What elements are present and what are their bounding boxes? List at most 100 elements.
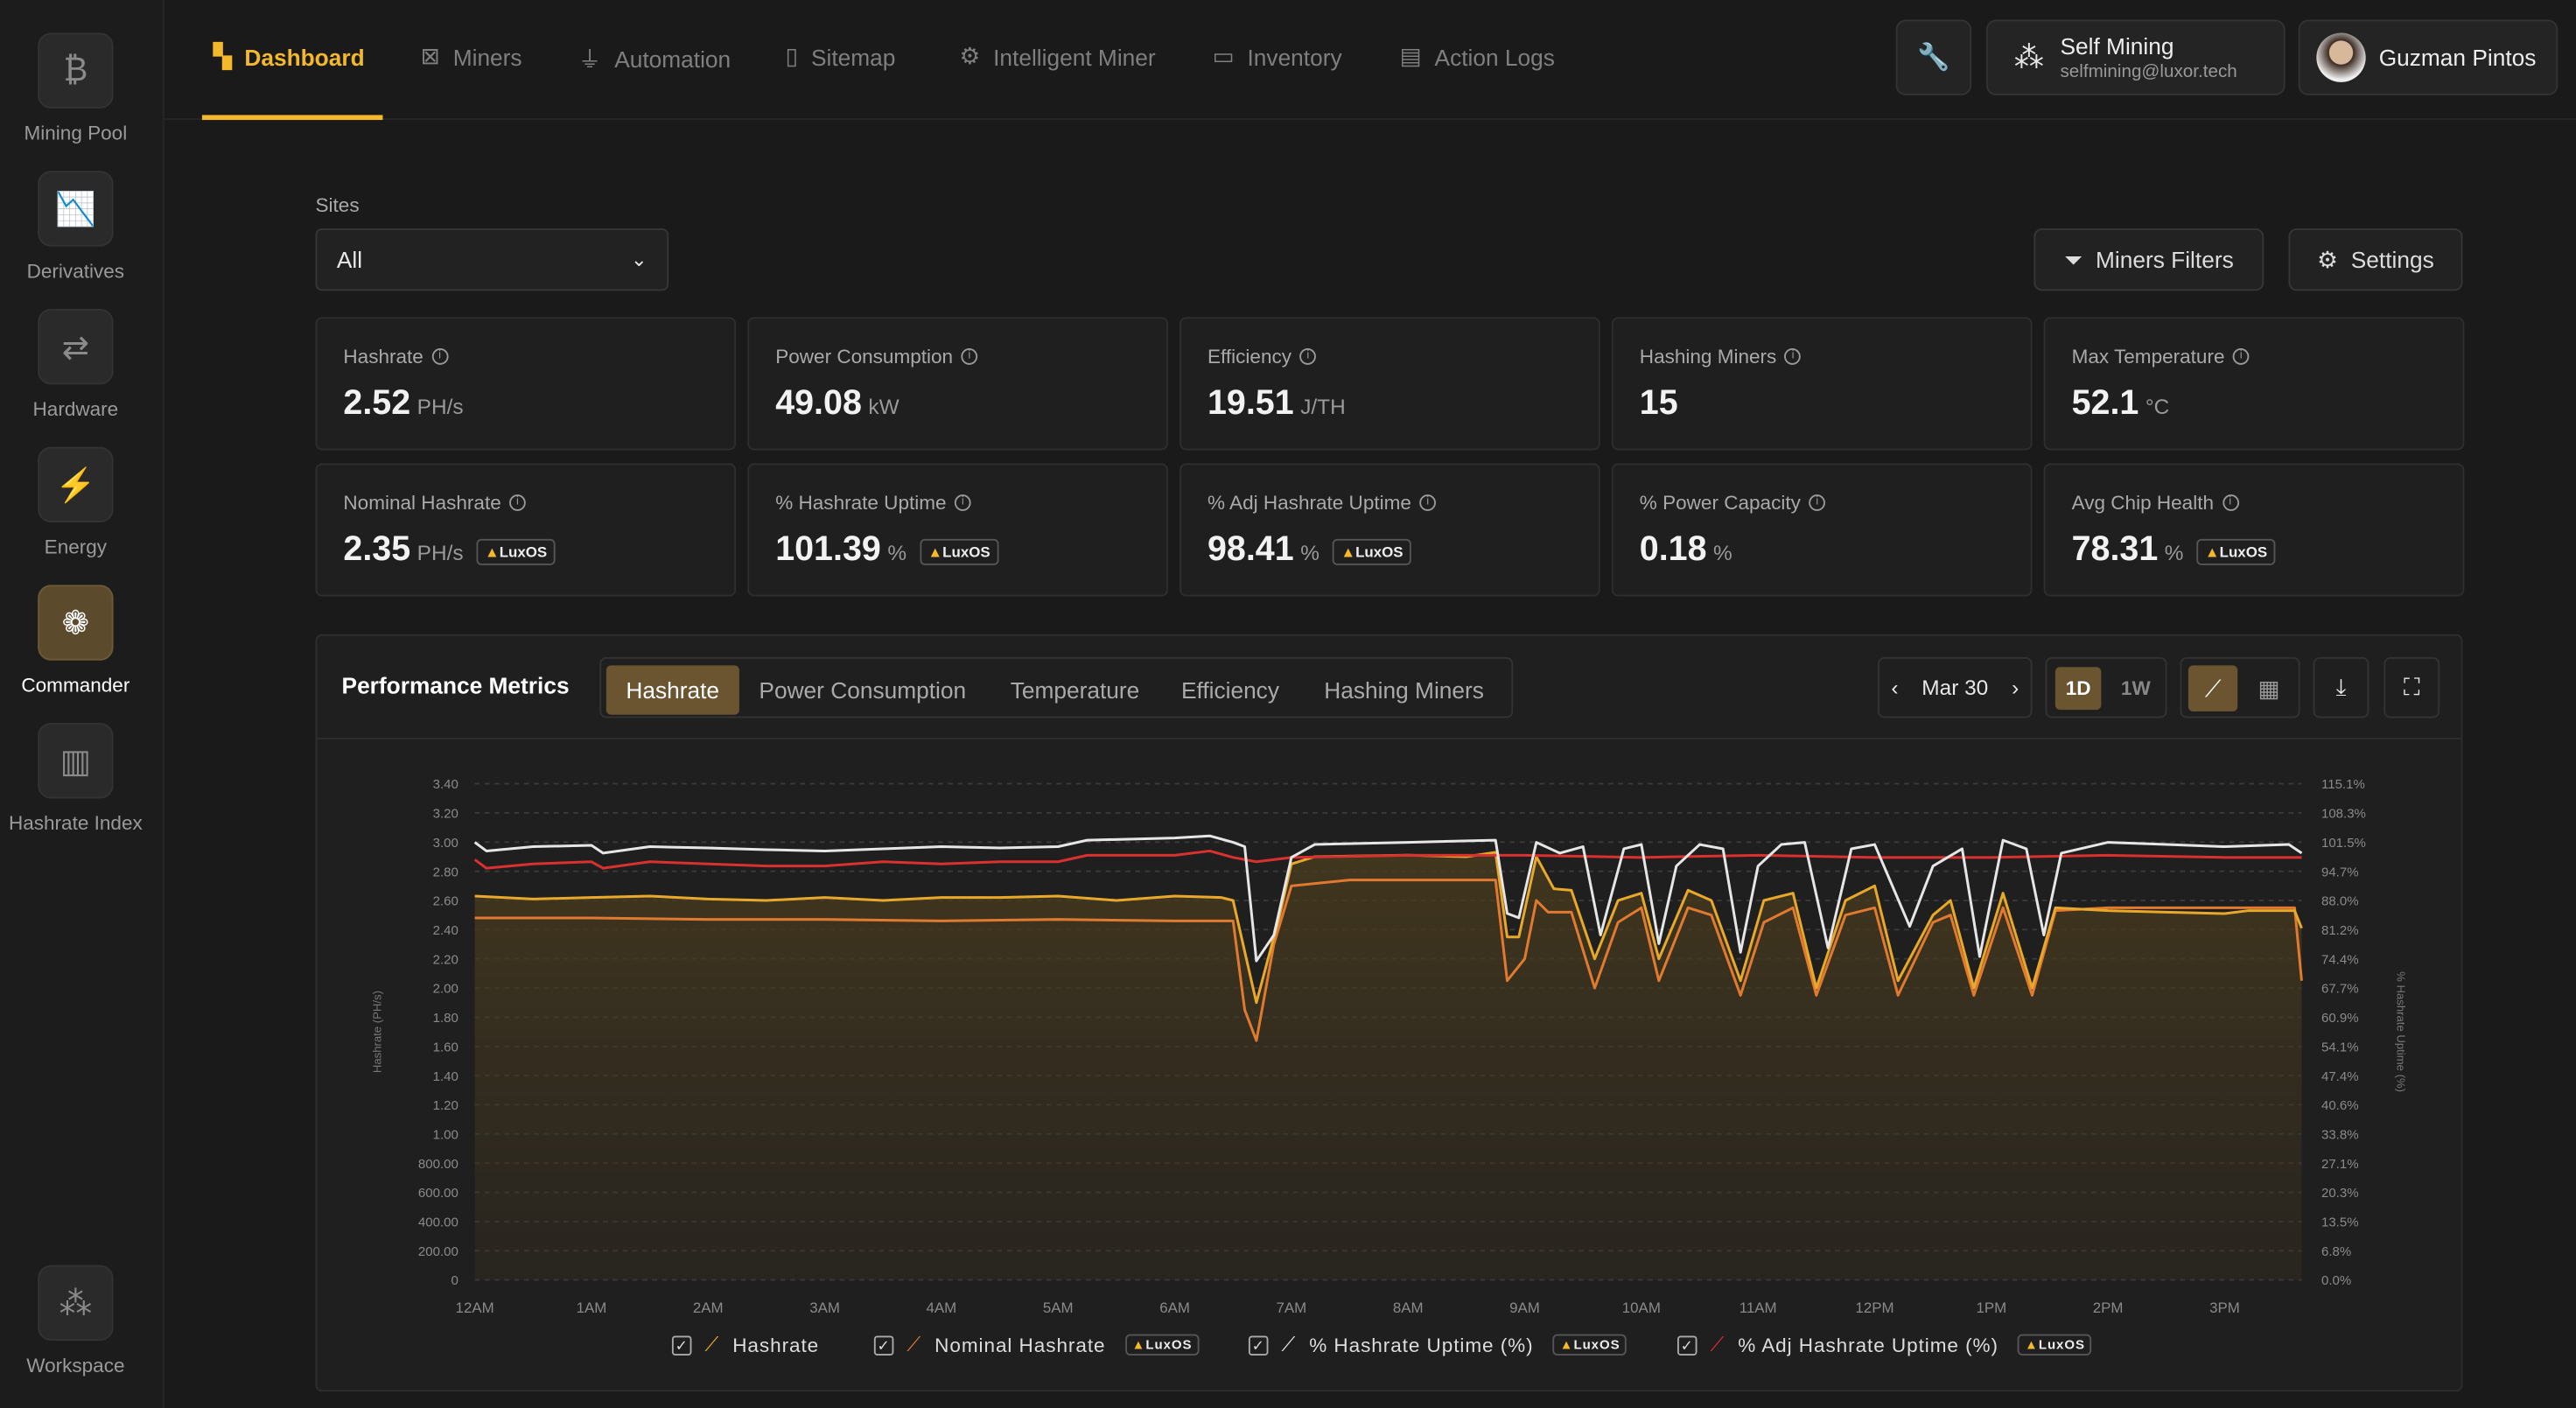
info-icon[interactable]: i <box>961 348 977 365</box>
bar-chart-icon: ▥ <box>38 723 113 798</box>
info-icon[interactable]: i <box>1299 348 1316 365</box>
tab-temperature[interactable]: Temperature <box>990 665 1159 714</box>
y-right-axis-label: % Hashrate Uptime (%) <box>2394 971 2407 1092</box>
y-right-tick-label: 13.5% <box>2321 1215 2359 1230</box>
tab-hashing-miners[interactable]: Hashing Miners <box>1305 665 1504 714</box>
card-value: 52.1 <box>2072 384 2139 424</box>
gear-icon: ⚙ <box>2317 246 2338 274</box>
line-icon: ⟋ <box>1281 1333 1296 1357</box>
sidebar-item-mining-pool[interactable]: ₿Mining Pool <box>0 33 151 145</box>
settings-button[interactable]: ⚙Settings <box>2288 228 2462 291</box>
metric-tabs: Hashrate Power Consumption Temperature E… <box>599 657 1513 718</box>
card-label: Hashratei <box>343 345 708 368</box>
legend-label: % Adj Hashrate Uptime (%) <box>1738 1334 1998 1356</box>
legend-adj-hashrate-uptime[interactable]: ✓⟋% Adj Hashrate Uptime (%)▲LuxOS <box>1677 1333 2091 1357</box>
tab-hashrate[interactable]: Hashrate <box>606 665 739 714</box>
y-right-tick-label: 0.0% <box>2321 1273 2351 1288</box>
info-icon[interactable]: i <box>431 348 448 365</box>
info-icon[interactable]: i <box>1809 494 1825 511</box>
x-tick-label: 12PM <box>1855 1299 1894 1316</box>
line-chart-icon[interactable]: ⟋ <box>2188 665 2237 711</box>
info-icon[interactable]: i <box>2233 348 2250 365</box>
table-icon[interactable]: ▦ <box>2244 665 2293 711</box>
y-tick-label: 800.00 <box>418 1157 458 1172</box>
miners-filters-button[interactable]: ⏷Miners Filters <box>2034 228 2264 291</box>
card-label: Hashing Minersi <box>1640 345 2005 368</box>
info-icon[interactable]: i <box>509 494 526 511</box>
info-icon[interactable]: i <box>1785 348 1802 365</box>
card-value: 2.35 <box>343 530 410 570</box>
x-tick-label: 4AM <box>927 1299 957 1316</box>
luxos-badge: ▲LuxOS <box>1333 539 1411 565</box>
tab-efficiency[interactable]: Efficiency <box>1161 665 1298 714</box>
legend-hashrate-uptime[interactable]: ✓⟋% Hashrate Uptime (%)▲LuxOS <box>1249 1333 1627 1357</box>
sidebar-item-hardware[interactable]: ⇄Hardware <box>0 309 151 421</box>
y-tick-label: 2.60 <box>433 894 458 909</box>
sidebar-label: Hashrate Index <box>0 812 151 835</box>
chevron-right-icon[interactable]: › <box>2012 676 2019 700</box>
y-right-tick-label: 40.6% <box>2321 1098 2359 1113</box>
checkbox-checked-icon: ✓ <box>1249 1335 1269 1355</box>
legend-nominal-hashrate[interactable]: ✓⟋Nominal Hashrate▲LuxOS <box>874 1333 1199 1357</box>
card-label: % Hashrate Uptime i <box>775 491 1140 514</box>
legend-label: Nominal Hashrate <box>934 1334 1105 1356</box>
card-unit: % <box>2165 541 2184 565</box>
info-icon[interactable]: i <box>2222 494 2238 511</box>
tab-sitemap[interactable]: ▯Sitemap <box>785 43 895 71</box>
y-right-tick-label: 47.4% <box>2321 1069 2359 1084</box>
y-tick-label: 400.00 <box>418 1215 458 1230</box>
sidebar-item-energy[interactable]: ⚡Energy <box>0 447 151 559</box>
card-label-text: % Power Capacity <box>1640 491 1801 514</box>
sites-select[interactable]: All⌄ <box>315 228 668 291</box>
x-tick-label: 3AM <box>809 1299 840 1316</box>
tab-action-logs[interactable]: ▤Action Logs <box>1400 43 1555 71</box>
card-label-text: Nominal Hashrate <box>343 491 500 514</box>
tab-label: Automation <box>614 46 731 73</box>
tab-miners[interactable]: ⊠Miners <box>421 43 522 71</box>
luxos-badge: ▲LuxOS <box>920 539 998 565</box>
info-icon[interactable]: i <box>1419 494 1436 511</box>
info-icon[interactable]: i <box>955 494 971 511</box>
user-name: Guzman Pintos <box>2379 45 2537 71</box>
card-unit: kW <box>868 395 899 419</box>
account-switcher[interactable]: ⁂ Self Miningselfmining@luxor.tech <box>1986 20 2286 95</box>
card-unit: % <box>1713 541 1732 565</box>
download-button[interactable]: ⤓ <box>2314 657 2370 718</box>
date-label[interactable]: Mar 30 <box>1922 676 1988 700</box>
y-right-tick-label: 60.9% <box>2321 1011 2359 1026</box>
metric-card: % Hashrate Uptimei 101.39%▲LuxOS <box>747 463 1168 596</box>
chevron-left-icon[interactable]: ‹ <box>1891 676 1898 700</box>
metric-card: Hashratei 2.52PH/s <box>315 317 736 450</box>
tab-dashboard[interactable]: ▚Dashboard <box>214 43 365 71</box>
fan-icon: ❁ <box>38 585 113 660</box>
sidebar-item-commander[interactable]: ❁Commander <box>0 585 151 697</box>
card-label-text: Avg Chip Health <box>2072 491 2214 514</box>
tab-automation[interactable]: ⏚Automation <box>578 43 731 76</box>
y-tick-label: 1.20 <box>433 1098 458 1113</box>
user-menu[interactable]: Guzman Pintos <box>2299 20 2558 95</box>
metric-card: Power Consumptioni 49.08kW <box>747 317 1168 450</box>
fullscreen-button[interactable]: ⛶ <box>2384 657 2440 718</box>
range-1d[interactable]: 1D <box>2055 667 2102 710</box>
metric-card: Hashing Minersi 15 <box>1612 317 2033 450</box>
y-right-tick-label: 81.2% <box>2321 923 2359 938</box>
tab-intelligent-miner[interactable]: ⚙Intelligent Miner <box>959 43 1155 71</box>
account-name: Self Mining <box>2060 33 2236 60</box>
workspace-icon: ⁂ <box>38 1265 113 1341</box>
x-tick-label: 8AM <box>1393 1299 1424 1316</box>
y-axis-label: Hashrate (PH/s) <box>371 991 384 1073</box>
card-label: % Adj Hashrate Uptimei <box>1208 491 1572 514</box>
tab-inventory[interactable]: ▭Inventory <box>1213 43 1342 71</box>
card-label-text: % Hashrate Uptime <box>775 491 946 514</box>
sidebar-label: Hardware <box>0 397 151 420</box>
wrench-icon: 🔧 <box>1917 41 1950 74</box>
sidebar-item-hashrate-index[interactable]: ▥ Hashrate Index <box>0 723 151 835</box>
tab-power-consumption[interactable]: Power Consumption <box>739 665 986 714</box>
sidebar-item-workspace[interactable]: ⁂Workspace <box>0 1265 151 1377</box>
legend-hashrate[interactable]: ✓⟋Hashrate <box>672 1333 819 1357</box>
luxos-badge: ▲LuxOS <box>1553 1334 1627 1355</box>
y-tick-label: 2.20 <box>433 952 458 967</box>
range-1w[interactable]: 1W <box>2113 667 2160 710</box>
sidebar-item-derivatives[interactable]: 📉Derivatives <box>0 171 151 283</box>
tools-button[interactable]: 🔧 <box>1896 20 1971 95</box>
